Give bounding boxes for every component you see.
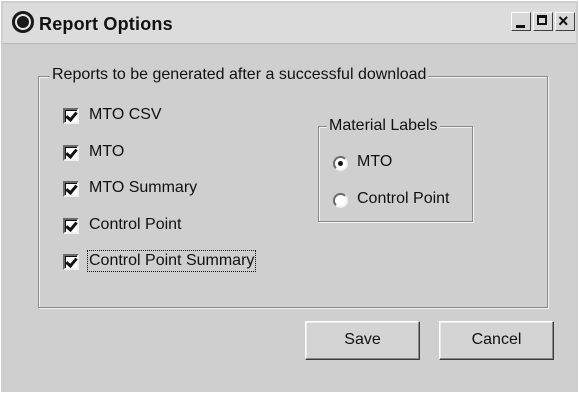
title-bar[interactable]: Report Options × bbox=[3, 3, 576, 44]
checkbox-control-point-box[interactable] bbox=[63, 218, 79, 234]
checkbox-mto-csv-label[interactable]: MTO CSV bbox=[89, 106, 162, 124]
checkbox-mto-label[interactable]: MTO bbox=[89, 143, 124, 161]
checkbox-mto-summary-box[interactable] bbox=[63, 181, 79, 197]
maximize-button[interactable] bbox=[533, 12, 553, 31]
close-button[interactable]: × bbox=[555, 11, 575, 31]
reports-group-legend: Reports to be generated after a successf… bbox=[50, 66, 429, 84]
checkbox-mto-summary-label[interactable]: MTO Summary bbox=[89, 179, 197, 197]
app-icon[interactable] bbox=[12, 11, 34, 33]
checkbox-control-point-summary-box[interactable] bbox=[63, 254, 79, 270]
radio-mto-button[interactable] bbox=[333, 156, 348, 171]
checkbox-mto-box[interactable] bbox=[63, 145, 79, 161]
minimize-icon bbox=[516, 25, 525, 28]
save-button[interactable]: Save bbox=[305, 321, 420, 360]
window-title: Report Options bbox=[39, 14, 173, 34]
minimize-button[interactable] bbox=[511, 12, 531, 31]
radio-control-point-label[interactable]: Control Point bbox=[357, 190, 450, 208]
radio-mto-label[interactable]: MTO bbox=[357, 153, 392, 171]
checkbox-control-point-summary-label[interactable]: Control Point Summary bbox=[86, 250, 257, 272]
radio-control-point-button[interactable] bbox=[333, 193, 348, 208]
material-labels-legend: Material Labels bbox=[327, 117, 440, 135]
checkbox-control-point-label[interactable]: Control Point bbox=[89, 216, 182, 234]
checkbox-mto-csv-box[interactable] bbox=[63, 108, 79, 124]
cancel-button[interactable]: Cancel bbox=[439, 321, 554, 360]
close-icon: × bbox=[558, 11, 569, 31]
maximize-icon bbox=[537, 15, 547, 25]
